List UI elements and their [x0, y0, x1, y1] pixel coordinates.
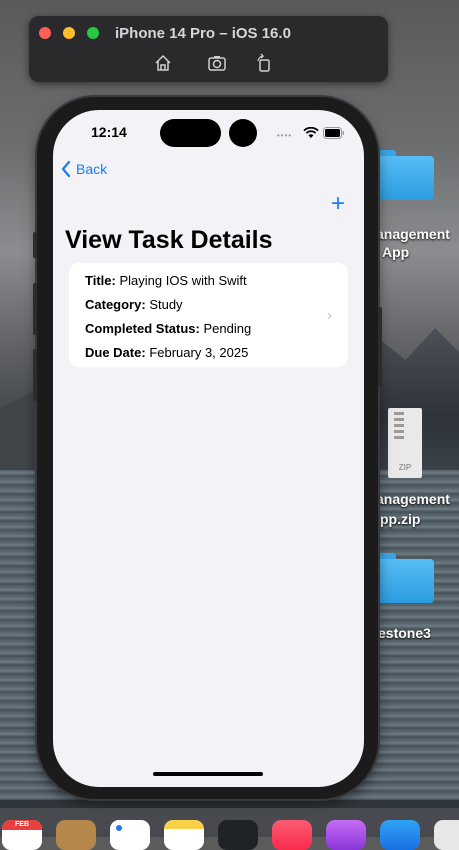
dynamic-island [160, 119, 221, 147]
task-detail-card[interactable]: Title: Playing IOS with Swift Category: … [69, 263, 348, 367]
task-title-row: Title: Playing IOS with Swift [85, 273, 247, 288]
volume-up-button[interactable] [33, 283, 37, 335]
chevron-left-icon [61, 160, 71, 178]
desktop-item-label: estone3 [378, 625, 431, 641]
back-label: Back [76, 161, 108, 177]
notes-icon[interactable] [164, 820, 204, 850]
podcasts-icon[interactable] [326, 820, 366, 850]
camera [229, 119, 257, 147]
calendar-month: FEB [2, 820, 42, 830]
mute-switch [33, 232, 37, 258]
title-label: Title: [85, 273, 116, 288]
add-task-button[interactable]: + [331, 192, 345, 216]
screenshot-icon[interactable] [206, 52, 228, 74]
books-icon[interactable] [56, 820, 96, 850]
reminders-icon[interactable] [110, 820, 150, 850]
chrome-icon[interactable] [434, 820, 459, 850]
desktop-item-label: anagement [376, 226, 450, 242]
music-icon[interactable] [272, 820, 312, 850]
cellular-icon: •••• [277, 131, 293, 140]
wifi-icon [303, 127, 319, 138]
tv-icon[interactable] [218, 820, 258, 850]
folder-icon[interactable] [370, 553, 434, 603]
iphone-frame: 12:14 •••• Back + View Task Details Titl… [33, 97, 382, 799]
phone-screen: 12:14 •••• Back + View Task Details Titl… [53, 110, 364, 787]
dock: FEB [0, 808, 459, 850]
side-button[interactable] [378, 307, 382, 387]
page-title: View Task Details [65, 226, 273, 254]
calendar-icon[interactable]: FEB [2, 820, 42, 850]
plus-icon: + [331, 190, 346, 217]
simulator-title: iPhone 14 Pro – iOS 16.0 [115, 25, 291, 42]
minimize-button[interactable] [63, 27, 75, 39]
rotate-icon[interactable] [253, 52, 275, 74]
home-indicator[interactable] [153, 772, 263, 776]
due-date-label: Due Date: [85, 345, 146, 360]
status-time: 12:14 [91, 124, 127, 140]
task-due-date-row: Due Date: February 3, 2025 [85, 345, 248, 360]
task-due-date-value: February 3, 2025 [149, 345, 249, 360]
desktop-item-label: pp.zip [380, 511, 421, 527]
zoom-button[interactable] [87, 27, 99, 39]
desktop-item-label: anagement [376, 491, 450, 507]
folder-icon[interactable] [370, 150, 434, 200]
task-title-value: Playing IOS with Swift [119, 273, 247, 288]
desktop-item-label: App [382, 244, 410, 260]
category-label: Category: [85, 297, 146, 312]
close-button[interactable] [39, 27, 51, 39]
back-button[interactable]: Back [60, 160, 107, 178]
task-status-value: Pending [203, 321, 252, 336]
home-icon[interactable] [152, 52, 174, 74]
volume-down-button[interactable] [33, 349, 37, 401]
xcode-icon[interactable] [380, 820, 420, 850]
chevron-right-icon: › [327, 307, 332, 324]
zip-badge: ZIP [398, 463, 412, 472]
task-category-value: Study [149, 297, 183, 312]
simulator-title-bar[interactable]: iPhone 14 Pro – iOS 16.0 [29, 16, 388, 82]
status-label: Completed Status: [85, 321, 200, 336]
battery-icon [323, 127, 344, 139]
zip-file-icon[interactable]: ZIP [388, 408, 422, 478]
task-category-row: Category: Study [85, 297, 183, 312]
task-status-row: Completed Status: Pending [85, 321, 251, 336]
